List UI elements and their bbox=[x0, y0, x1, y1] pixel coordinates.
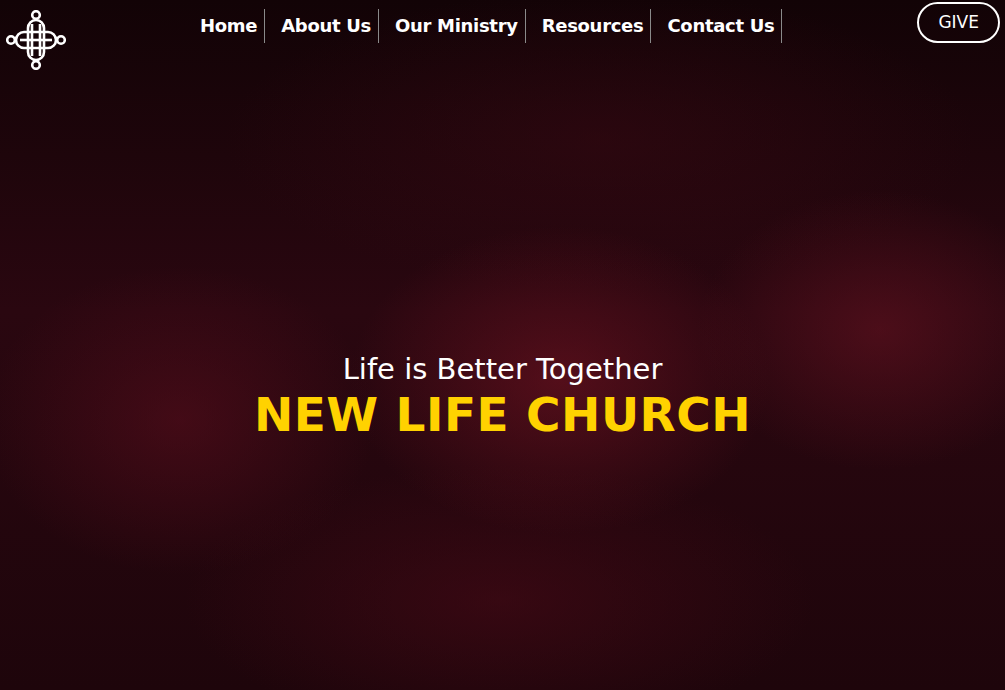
nav-link[interactable]: Home bbox=[200, 9, 265, 43]
church-logo-icon[interactable] bbox=[6, 10, 66, 70]
main-nav: HomeAbout UsOur MinistryResourcesContact… bbox=[66, 0, 917, 52]
give-button[interactable]: GIVE bbox=[917, 2, 1000, 43]
hero-title: NEW LIFE CHURCH bbox=[254, 387, 751, 443]
hero-tagline: Life is Better Together bbox=[343, 352, 663, 387]
nav-link[interactable]: Resources bbox=[526, 9, 652, 43]
nav-link[interactable]: Contact Us bbox=[651, 9, 782, 43]
nav-link[interactable]: About Us bbox=[265, 9, 379, 43]
hero-section: Life is Better Together NEW LIFE CHURCH bbox=[0, 52, 1005, 690]
site-header: HomeAbout UsOur MinistryResourcesContact… bbox=[0, 0, 1005, 52]
nav-link[interactable]: Our Ministry bbox=[379, 9, 526, 43]
